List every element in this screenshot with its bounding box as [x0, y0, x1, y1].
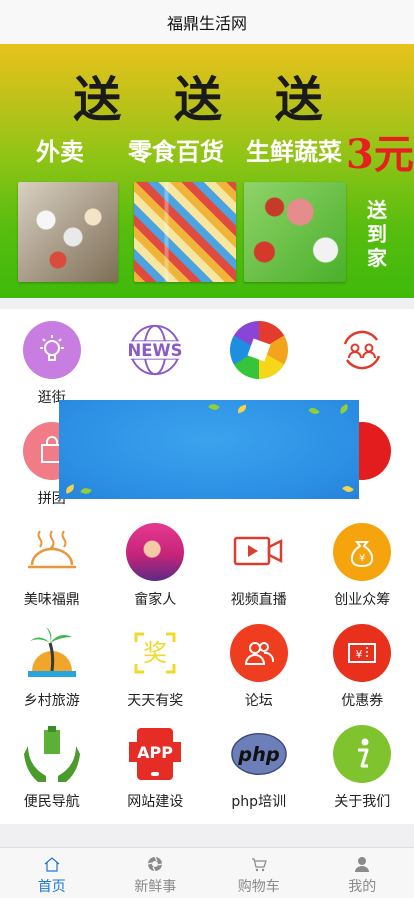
- grid-item-label: 网站建设: [127, 791, 183, 811]
- svg-text:NEWS: NEWS: [128, 341, 183, 360]
- users-sync-icon: [333, 321, 391, 379]
- app-header: 福鼎生活网: [0, 0, 414, 45]
- grid-item-label: 天天有奖: [127, 690, 183, 710]
- fresh-produce-photo: [244, 182, 346, 282]
- tab-label: 购物车: [238, 876, 280, 896]
- popup-overlay[interactable]: [59, 400, 359, 499]
- news-icon: NEWS: [126, 321, 184, 379]
- grid-item[interactable]: 美味福鼎: [0, 511, 104, 612]
- banner-side-char: 到: [364, 222, 390, 246]
- grid-item-label: 乡村旅游: [24, 690, 80, 710]
- grid-item[interactable]: 关于我们: [311, 713, 414, 814]
- app-icon: APP: [126, 725, 184, 783]
- grid-item-label: php培训: [231, 791, 286, 811]
- coupon-icon: ¥: [333, 624, 391, 682]
- grid-item-label: 便民导航: [24, 791, 80, 811]
- aperture-icon: [147, 856, 163, 872]
- banner-side-text: 送 到 家: [364, 198, 390, 270]
- tab-home[interactable]: 首页: [0, 848, 104, 898]
- lightbulb-icon: [23, 321, 81, 379]
- php-icon: php: [230, 725, 288, 783]
- grid-item[interactable]: 便民导航: [0, 713, 104, 814]
- leaf-decoration: [236, 404, 247, 413]
- tab-label: 新鲜事: [134, 876, 176, 896]
- banner-item: 零食百货: [128, 132, 224, 167]
- snacks-photo: [134, 182, 236, 282]
- tab-profile[interactable]: 我的: [311, 848, 414, 898]
- svg-text:¥: ¥: [356, 648, 363, 661]
- grid-item[interactable]: 乡村旅游: [0, 612, 104, 713]
- video-camera-icon: [230, 523, 288, 581]
- grid-item[interactable]: 逛街: [0, 309, 104, 410]
- cart-icon: [251, 856, 267, 872]
- home-icon: [44, 856, 60, 872]
- leaf-decoration: [308, 405, 320, 416]
- banner-item: 外卖: [36, 132, 84, 167]
- banner-side-char: 送: [364, 198, 390, 222]
- grid-item[interactable]: NEWS: [104, 309, 208, 410]
- banner-headline: 送 送 送: [0, 60, 414, 130]
- grid-item[interactable]: [207, 309, 311, 410]
- banner-price: 3元: [346, 122, 414, 180]
- grid-item-label: 畲家人: [134, 589, 176, 609]
- leaf-decoration: [342, 484, 354, 495]
- grid-item[interactable]: 奖 天天有奖: [104, 612, 208, 713]
- svg-text:¥: ¥: [359, 553, 365, 564]
- grid-item[interactable]: 视频直播: [207, 511, 311, 612]
- grid-item[interactable]: APP 网站建设: [104, 713, 208, 814]
- grid-item[interactable]: ¥ 优惠券: [311, 612, 414, 713]
- forum-icon: [230, 624, 288, 682]
- prize-icon: 奖: [126, 624, 184, 682]
- tab-news[interactable]: 新鲜事: [104, 848, 208, 898]
- grid-item-label: 优惠券: [341, 690, 383, 710]
- info-icon: [333, 725, 391, 783]
- svg-text:奖: 奖: [143, 639, 167, 667]
- page-title: 福鼎生活网: [167, 10, 247, 34]
- leaf-decoration: [338, 404, 350, 414]
- money-bag-icon: ¥: [333, 523, 391, 581]
- grid-item[interactable]: [311, 309, 414, 410]
- tab-cart[interactable]: 购物车: [207, 848, 311, 898]
- grid-item[interactable]: 畲家人: [104, 511, 208, 612]
- palm-tree-icon: [23, 624, 81, 682]
- leaf-decoration: [80, 486, 91, 495]
- gift-hands-icon: [23, 725, 81, 783]
- food-dish-icon: [23, 523, 81, 581]
- grid-item-label: 关于我们: [334, 791, 390, 811]
- grid-item[interactable]: 论坛: [207, 612, 311, 713]
- person-avatar-icon: [126, 523, 184, 581]
- banner-items: 外卖 零食百货 生鲜蔬菜 3元: [36, 132, 404, 172]
- grid-item-label: 美味福鼎: [24, 589, 80, 609]
- svg-text:php: php: [237, 743, 280, 766]
- grid-item[interactable]: ¥ 创业众筹: [311, 511, 414, 612]
- grid-item-label: 论坛: [245, 690, 273, 710]
- leaf-decoration: [64, 484, 76, 494]
- camera-shutter-icon: [230, 321, 288, 379]
- category-grid: 逛街 NEWS 拼团 美味福鼎 畲家人: [0, 309, 414, 824]
- grid-item-label: 创业众筹: [334, 589, 390, 609]
- bottom-tab-bar: 首页 新鲜事 购物车 我的: [0, 847, 414, 898]
- leaf-decoration: [208, 402, 220, 412]
- grid-item[interactable]: php php培训: [207, 713, 311, 814]
- banner-item: 生鲜蔬菜: [246, 132, 342, 167]
- tab-label: 我的: [348, 876, 376, 896]
- food-photo: [18, 182, 118, 282]
- grid-item-label: 视频直播: [231, 589, 287, 609]
- svg-text:APP: APP: [137, 743, 173, 762]
- promo-banner[interactable]: 送 送 送 外卖 零食百货 生鲜蔬菜 3元 送 到 家: [0, 44, 414, 298]
- user-icon: [354, 856, 370, 872]
- tab-label: 首页: [38, 876, 66, 896]
- banner-side-char: 家: [364, 246, 390, 270]
